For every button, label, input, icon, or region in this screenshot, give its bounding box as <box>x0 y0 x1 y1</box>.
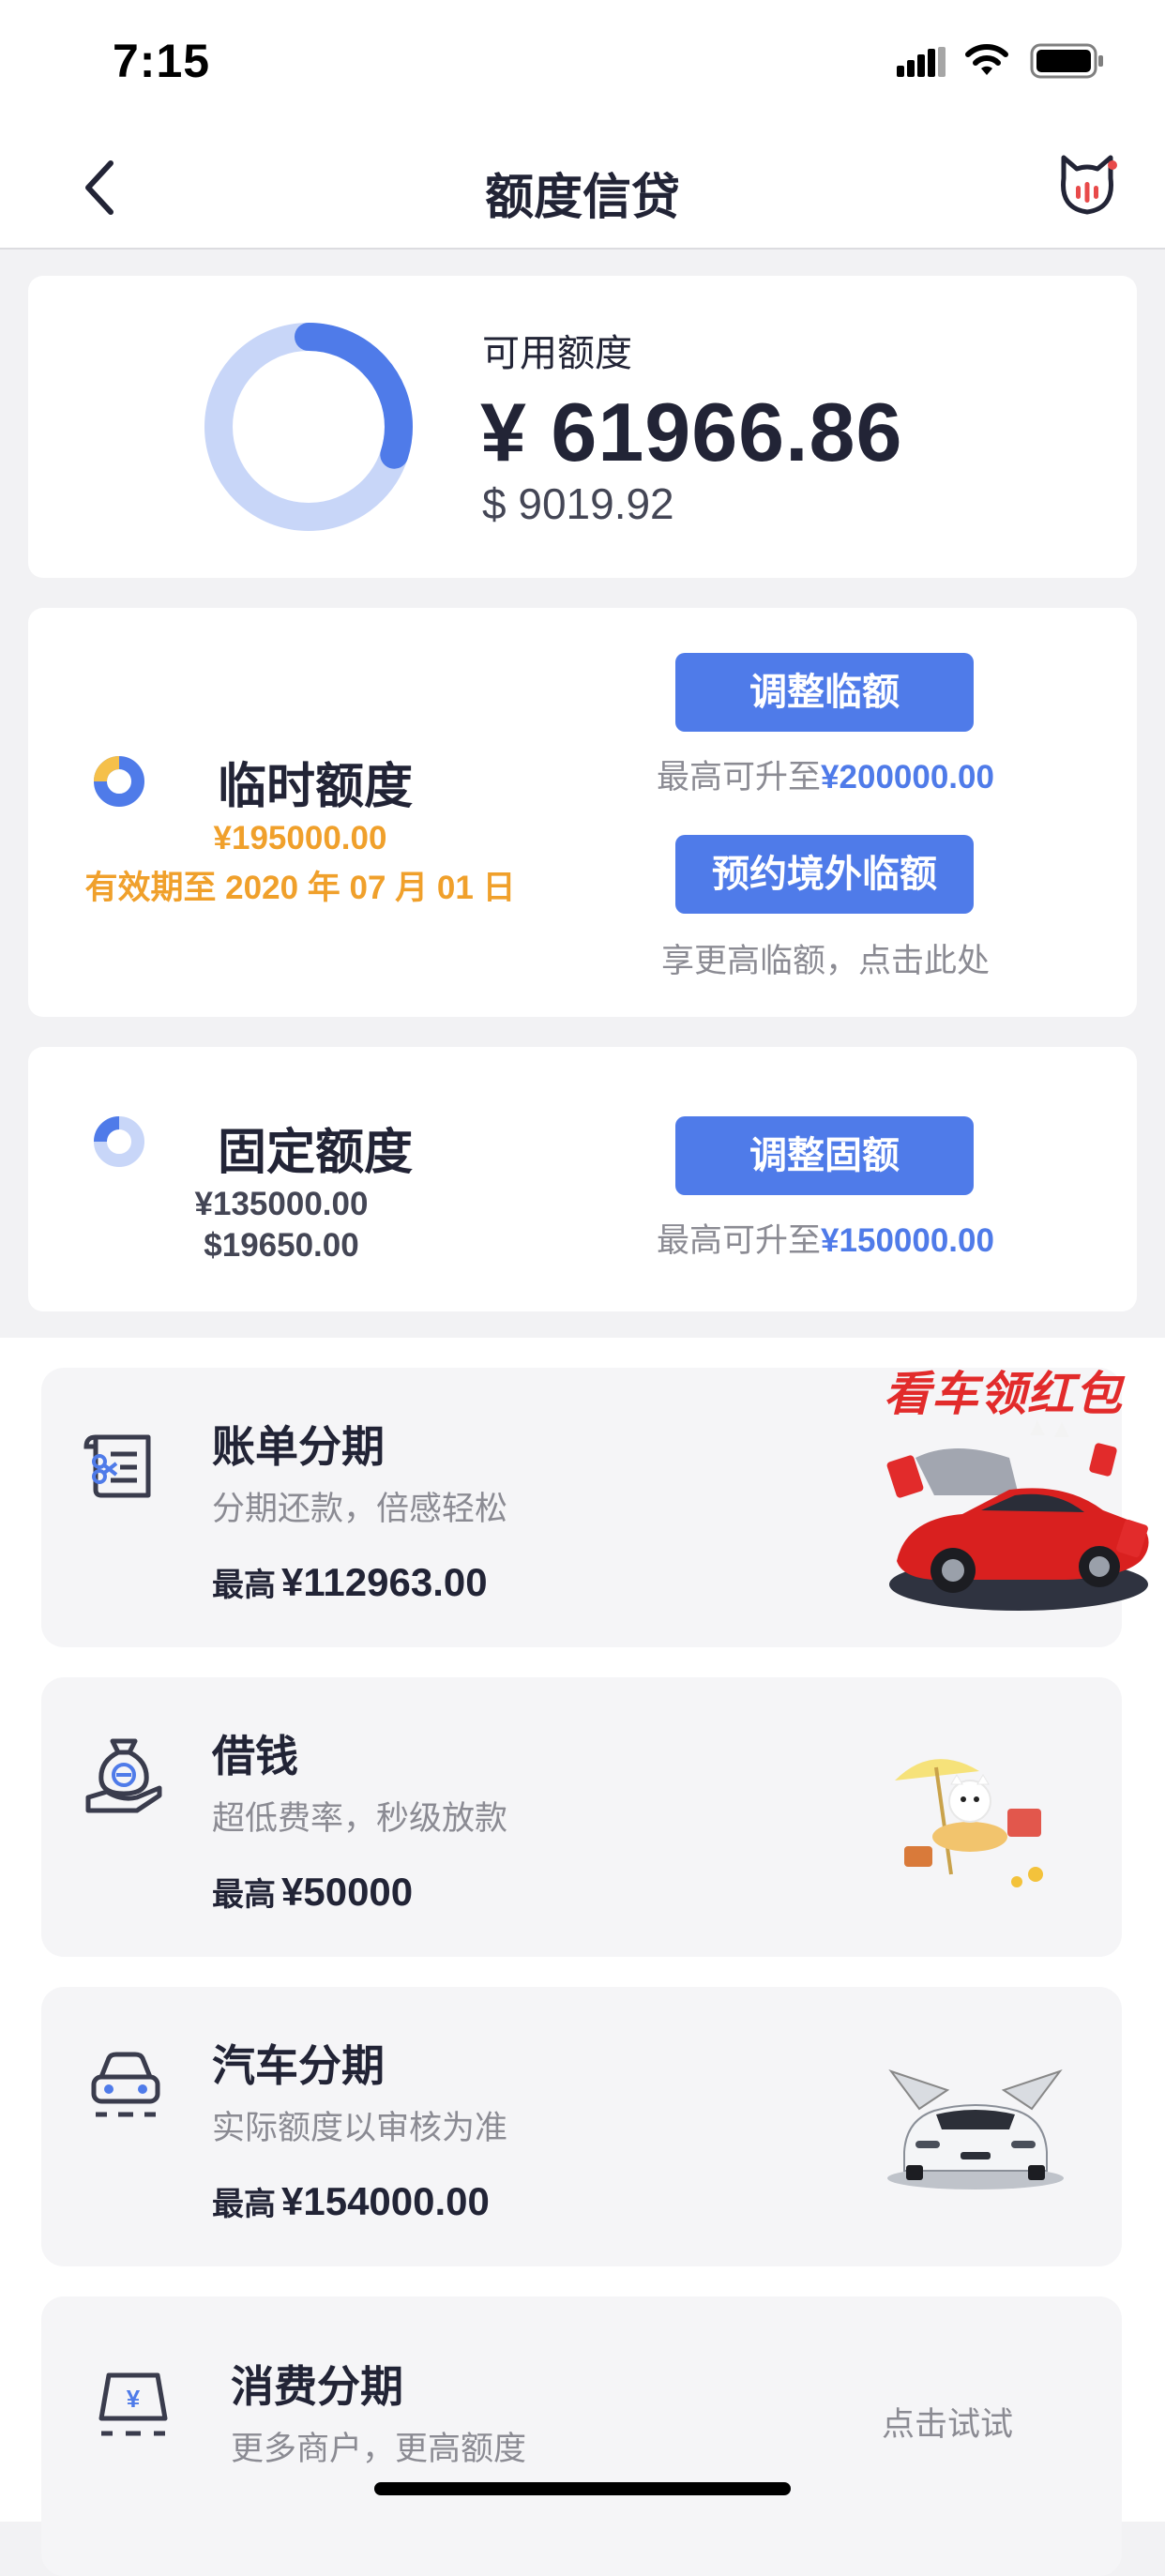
status-time: 7:15 <box>113 35 211 87</box>
product-max: 最高 ¥154000.00 <box>212 2178 490 2224</box>
product-title: 账单分期 <box>212 1422 385 1471</box>
bill-installment-icon <box>83 1434 151 1498</box>
product-card-consumer-installment[interactable]: ¥ 消费分期 更多商户，更高额度 点击试试 <box>41 2296 1122 2576</box>
product-title: 借钱 <box>212 1732 298 1780</box>
battery-icon <box>1030 43 1103 79</box>
product-card-borrow[interactable]: 借钱 超低费率，秒级放款 最高 ¥50000 <box>41 1677 1122 1957</box>
temp-credit-validity: 有效期至 2020 年 07 月 01 日 <box>84 870 516 906</box>
fixed-credit-usd: $19650.00 <box>204 1227 359 1264</box>
signal-icon <box>897 47 946 77</box>
fixed-credit-title: 固定额度 <box>218 1126 414 1180</box>
promo-car-banner[interactable]: 看车领红包 <box>872 1355 1165 1617</box>
available-credit-card: 可用额度 ¥ 61966.86 $ 9019.92 <box>28 276 1137 578</box>
product-max-value: ¥50000 <box>281 1870 414 1914</box>
fixed-adjust-note-prefix: 最高可升至 <box>657 1222 822 1259</box>
adjust-temp-button[interactable]: 调整临额 <box>675 653 974 732</box>
available-ring-chart <box>204 323 413 531</box>
product-max-value: ¥112963.00 <box>281 1560 488 1604</box>
red-sports-car-image <box>886 1420 1149 1611</box>
temp-credit-title: 临时额度 <box>218 760 414 814</box>
fixed-adjust-note: 最高可升至¥150000.00 <box>610 1214 1041 1262</box>
page-title: 额度信贷 <box>484 171 680 225</box>
product-max-prefix: 最高 <box>212 1877 276 1913</box>
shop-icon: ¥ <box>98 2372 168 2436</box>
available-cny: ¥ 61966.86 <box>480 386 903 478</box>
product-max-value: ¥154000.00 <box>281 2179 490 2223</box>
temp-adjust-note: 最高可升至¥200000.00 <box>610 750 1041 798</box>
product-max-prefix: 最高 <box>212 2187 276 2222</box>
temp-credit-amount: ¥195000.00 <box>213 820 387 856</box>
product-title: 消费分期 <box>231 2362 403 2411</box>
try-now-link[interactable]: 点击试试 <box>882 2398 1013 2446</box>
available-label: 可用额度 <box>482 333 632 374</box>
fixed-credit-pie-icon <box>94 1116 144 1167</box>
svg-text:¥: ¥ <box>127 2385 141 2413</box>
product-subtitle: 实际额度以审核为准 <box>212 2110 508 2146</box>
adjust-fixed-button[interactable]: 调整固额 <box>675 1116 974 1195</box>
product-card-car-installment[interactable]: 汽车分期 实际额度以审核为准 最高 ¥154000.00 <box>41 1987 1122 2266</box>
lucky-cat-beach-image <box>895 1759 1043 1887</box>
status-bar: 7:15 <box>0 0 1165 124</box>
product-title: 汽车分期 <box>212 2041 385 2090</box>
reserve-note[interactable]: 享更高临额，点击此处 <box>610 934 1041 982</box>
fixed-credit-cny: ¥135000.00 <box>194 1186 369 1222</box>
temp-adjust-note-prefix: 最高可升至 <box>657 759 822 796</box>
home-indicator <box>374 2482 791 2495</box>
product-max-prefix: 最高 <box>212 1568 276 1603</box>
fixed-adjust-note-amount: ¥150000.00 <box>821 1222 994 1259</box>
reserve-overseas-button[interactable]: 预约境外临额 <box>675 835 974 914</box>
promo-text: 看车领红包 <box>884 1368 1123 1420</box>
product-subtitle: 分期还款，倍感轻松 <box>212 1491 508 1527</box>
product-subtitle: 超低费率，秒级放款 <box>212 1800 508 1837</box>
wifi-icon <box>965 44 1008 75</box>
product-subtitle: 更多商户，更高额度 <box>231 2431 527 2467</box>
temp-credit-pie-icon <box>94 756 144 807</box>
product-max: 最高 ¥50000 <box>212 1869 413 1915</box>
temp-adjust-note-amount: ¥200000.00 <box>821 759 994 796</box>
temp-credit-card: 临时额度 ¥195000.00 有效期至 2020 年 07 月 01 日 调整… <box>28 608 1137 1017</box>
fixed-credit-card: 固定额度 ¥135000.00 $19650.00 调整固额 最高可升至¥150… <box>28 1047 1137 1311</box>
money-bag-icon <box>85 1738 162 1813</box>
car-icon <box>91 2052 160 2117</box>
available-usd: $ 9019.92 <box>482 479 674 528</box>
cat-service-icon[interactable] <box>1056 152 1118 218</box>
white-suv-image <box>887 2069 1064 2190</box>
product-max: 最高 ¥112963.00 <box>212 1559 488 1605</box>
nav-bar: 额度信贷 <box>0 124 1165 250</box>
